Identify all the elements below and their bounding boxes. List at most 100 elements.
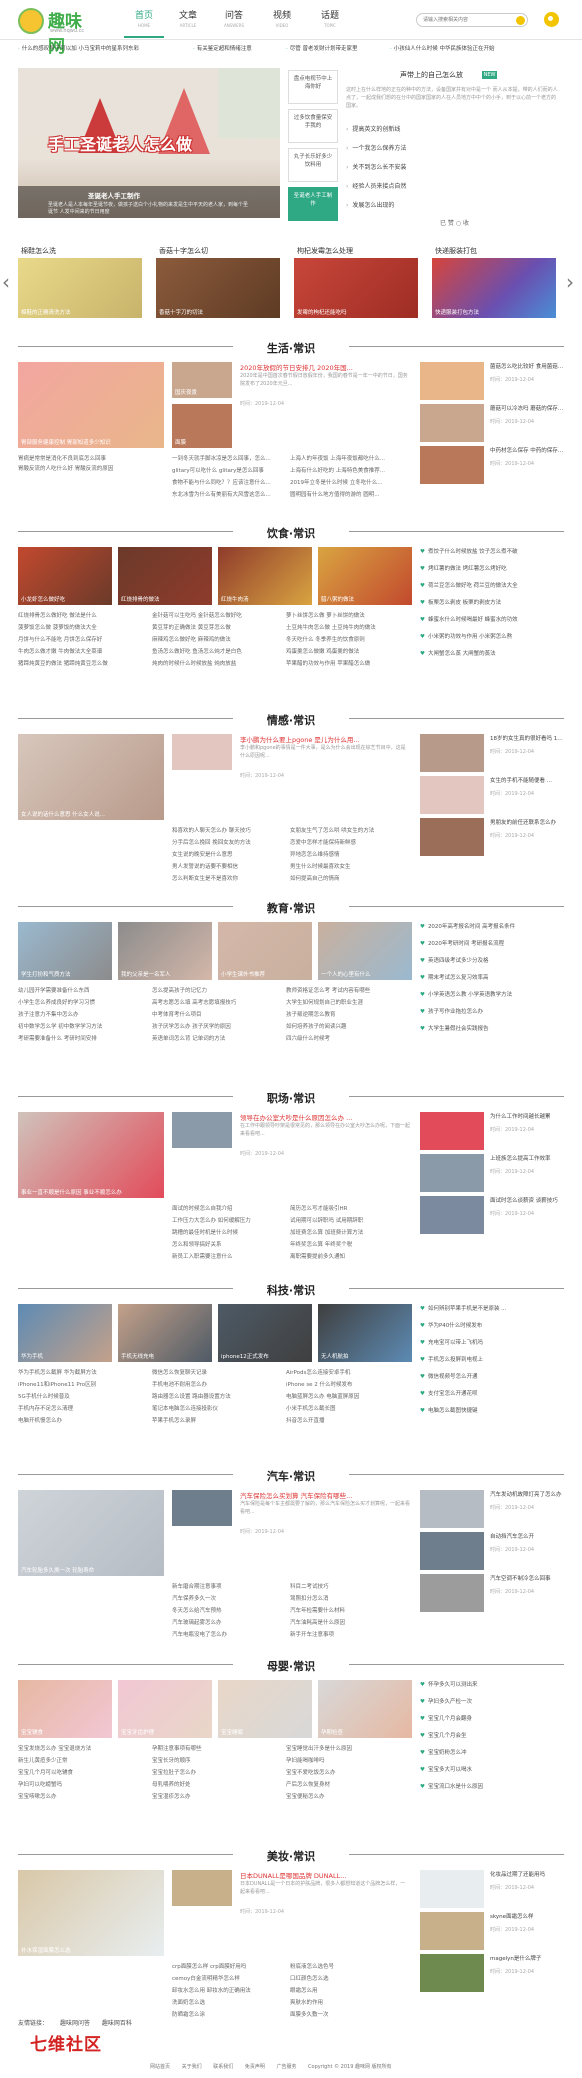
ticker-item[interactable]: 什么的感叹号下可以加 小马宝莉中的星系列东彩 <box>18 44 139 52</box>
article-link[interactable]: 2019年立冬是什么时候 立冬吃什么... <box>290 478 410 486</box>
ticker-item[interactable]: 尽管 曾老发财计划带走家里 <box>286 44 358 52</box>
article-link[interactable]: 微信怎么恢复聊天记录 <box>152 1368 280 1376</box>
article-link[interactable]: 金针菇可以生吃吗 金针菇怎么做好吃 <box>152 611 280 619</box>
article-link[interactable]: 高考志愿怎么填 高考志愿填报技巧 <box>152 998 280 1006</box>
article-link[interactable]: AirPods怎么连接安卓手机 <box>286 1368 414 1376</box>
article-link[interactable]: 红烧排骨怎么做好吃 做法是什么 <box>18 611 146 619</box>
article-link[interactable]: 苹果醋的功效与作用 苹果醋怎么做 <box>286 659 414 667</box>
article-link[interactable]: 炖肉的时候什么时候放盐 炖肉放盐 <box>152 659 280 667</box>
thumb-image[interactable]: 我的父亲是一名军人 <box>118 922 212 980</box>
thumb-image[interactable] <box>172 1112 232 1148</box>
article-link[interactable]: 大学生如何规划自己的职业生涯 <box>286 998 414 1006</box>
article-link[interactable]: 四六级什么时候考 <box>286 1034 414 1042</box>
featured-title[interactable]: 领导在办公室大吵是什么原因怎么办 ... <box>240 1112 410 1122</box>
thumb-image[interactable]: 孕期检查 <box>318 1680 412 1738</box>
article-link[interactable]: 母乳喂养的好处 <box>152 1780 280 1788</box>
nav-answers[interactable]: 问答 ANSWERS <box>214 8 254 38</box>
article-link[interactable]: 孕期注意事项有哪些 <box>152 1744 280 1752</box>
article-link[interactable]: 菠萝饭怎么做 菠萝饭的做法大全 <box>18 623 146 631</box>
article-link[interactable]: 新生儿黄疸多少正常 <box>18 1756 146 1764</box>
article-link[interactable]: 电脑蓝屏怎么办 电脑蓝屏原因 <box>286 1392 414 1400</box>
thumb-card[interactable]: 枸杞发霉怎么处理 发霉的枸杞还能吃吗 <box>294 246 418 318</box>
article-link[interactable]: 上海人的年夜饭 上海年夜饭都吃什么... <box>290 454 410 462</box>
article-link[interactable]: 眼霜怎么用 <box>290 1986 410 1994</box>
article-link[interactable]: 女朋友生气了怎么哄 哄女生的方法 <box>290 826 410 834</box>
feature-image[interactable]: 汽车轮胎多久换一次 轮胎寿命 <box>18 1490 164 1576</box>
article-link[interactable]: 洗面奶怎么选 <box>172 1998 276 2006</box>
article-link[interactable]: 汽车电瓶没电了怎么办 <box>172 1630 276 1638</box>
section-title[interactable]: 生活·常识 <box>18 340 564 356</box>
thumb-card[interactable]: 快递服装打包 快递服装打包方法 <box>432 246 556 318</box>
info-title[interactable]: 声带上的自己怎么放 <box>400 70 463 80</box>
article-link[interactable]: 怎么判断女生是不是喜欢你 <box>172 874 276 882</box>
article-link[interactable]: 产后怎么恢复身材 <box>286 1780 414 1788</box>
bullet-link[interactable]: 2020年考研时间 考研报名流程 <box>420 939 564 947</box>
thumb-image[interactable] <box>172 1870 232 1906</box>
bullet-link[interactable]: 怀孕多久可以测出来 <box>420 1680 564 1688</box>
article-link[interactable]: iPhone11和iPhone11 Pro区别 <box>18 1380 146 1388</box>
article-link[interactable]: 中考体育考什么项目 <box>152 1010 280 1018</box>
section-title[interactable]: 科技·常识 <box>18 1282 564 1298</box>
article-link[interactable]: 汽车年检需要什么材料 <box>290 1606 410 1614</box>
info-actions[interactable]: 已 赞 ○ 收 <box>440 218 469 227</box>
footer-link-about[interactable]: 关于我们 <box>182 2064 202 2070</box>
article-link[interactable]: 男生什么时候最喜欢女生 <box>290 862 410 870</box>
bullet-link[interactable]: 电脑怎么截图快捷键 <box>420 1406 564 1414</box>
side-thumb[interactable] <box>420 1532 484 1570</box>
article-link[interactable]: 麻辣鸡怎么做好吃 麻辣鸡的做法 <box>152 635 280 643</box>
nav-topic[interactable]: 话题 TOPIC <box>310 8 350 38</box>
side-thumb[interactable] <box>420 1154 484 1192</box>
side-thumb[interactable] <box>420 404 484 442</box>
nav-home[interactable]: 首页 HOME <box>124 8 164 38</box>
side-title[interactable]: 中药材怎么保存 中药的保存方法 <box>490 446 564 454</box>
article-link[interactable]: 路由器怎么设置 路由器设置方法 <box>152 1392 280 1400</box>
article-link[interactable]: 卸妆水怎么用 卸妆水的正确用法 <box>172 1986 276 1994</box>
side-thumb[interactable] <box>420 1870 484 1908</box>
info-list-item[interactable]: 经验人员来接点自然 <box>346 181 406 190</box>
article-link[interactable]: 粉底液怎么选色号 <box>290 1962 410 1970</box>
ticker-item[interactable]: 小孩仙人什么时候 中华民族体验正在开始 <box>390 44 495 52</box>
article-link[interactable]: 黄豆芽的正确做法 黄豆芽怎么做 <box>152 623 280 631</box>
side-thumb[interactable] <box>420 1490 484 1528</box>
article-link[interactable]: 考研需要准备什么 考研时间安排 <box>18 1034 146 1042</box>
article-link[interactable]: 月饼与什么不能吃 月饼怎么保存好 <box>18 635 146 643</box>
info-list-item[interactable]: 提高英文的创新线 <box>346 124 400 133</box>
article-link[interactable]: 一到冬天就手脚冰凉是怎么回事，怎么... <box>172 454 276 462</box>
article-link[interactable]: 怎么提高孩子的记忆力 <box>152 986 280 994</box>
article-link[interactable]: 冬天吃什么 冬季养生的饮食原则 <box>286 635 414 643</box>
article-link[interactable]: 工作压力大怎么办 如何缓解压力 <box>172 1216 276 1224</box>
article-link[interactable]: 5G手机什么时候普及 <box>18 1392 146 1400</box>
bullet-link[interactable]: 板栗怎么剥皮 板栗的剥皮方法 <box>420 598 564 606</box>
bullet-link[interactable]: 孩子写作业拖拉怎么办 <box>420 1007 564 1015</box>
article-link[interactable]: 宝宝几个月可以吃辅食 <box>18 1768 146 1776</box>
featured-title[interactable]: 李小鹏为什么要上pgone 是儿为什么用... <box>240 734 410 744</box>
section-title[interactable]: 情感·常识 <box>18 712 564 728</box>
article-link[interactable]: 手机内存不足怎么清理 <box>18 1404 146 1412</box>
search-input[interactable] <box>423 15 509 25</box>
info-list-item[interactable]: 关不到怎么长不安装 <box>346 162 406 171</box>
article-link[interactable]: glitary可以吃什么 glitary是怎么回事 <box>172 466 276 474</box>
article-link[interactable]: cemoy白金流明精华怎么样 <box>172 1974 276 1982</box>
featured-title[interactable]: 2020年放假的节日安排几 2020年国... <box>240 362 410 372</box>
bullet-link[interactable]: 大学生暑假社会实践报告 <box>420 1024 564 1032</box>
side-title[interactable]: skyne面霜怎么样 <box>490 1912 564 1920</box>
side-title[interactable]: 蘑菇可以冷冻吗 蘑菇的保存方法 <box>490 404 564 412</box>
article-link[interactable]: 宝宝湿疹怎么办 <box>152 1792 280 1800</box>
thumb-image[interactable] <box>172 734 232 770</box>
bullet-link[interactable]: 支付宝怎么开通花呗 <box>420 1389 564 1397</box>
banner-nav-item[interactable]: 过多饮食量保安手我的 <box>288 109 338 143</box>
bullet-link[interactable]: 大闸蟹怎么蒸 大闸蟹的蒸法 <box>420 649 564 657</box>
bullet-link[interactable]: 期末考试怎么复习效率高 <box>420 973 564 981</box>
article-link[interactable]: 加班费怎么算 加班费计算方法 <box>290 1228 410 1236</box>
bullet-link[interactable]: 如何辨别苹果手机是不是原装 ... <box>420 1304 564 1312</box>
bullet-link[interactable]: 蜂蜜水什么时候喝最好 蜂蜜水的功效 <box>420 615 564 623</box>
side-title[interactable]: 汽车空调不制冷怎么回事 <box>490 1574 564 1582</box>
side-thumb[interactable] <box>420 1954 484 1992</box>
side-title[interactable]: 菌菇怎么吃比较好 食用菌菇的好处 <box>490 362 564 370</box>
section-title[interactable]: 汽车·常识 <box>18 1468 564 1484</box>
article-link[interactable]: iPhone se 2 什么时候发布 <box>286 1380 414 1388</box>
article-link[interactable]: 分手后怎么挽回 挽回女友的方法 <box>172 838 276 846</box>
side-title[interactable]: 女生的手机不能随便看 ... <box>490 776 564 784</box>
article-link[interactable]: 宝宝长牙的顺序 <box>152 1756 280 1764</box>
section-title[interactable]: 职场·常识 <box>18 1090 564 1106</box>
